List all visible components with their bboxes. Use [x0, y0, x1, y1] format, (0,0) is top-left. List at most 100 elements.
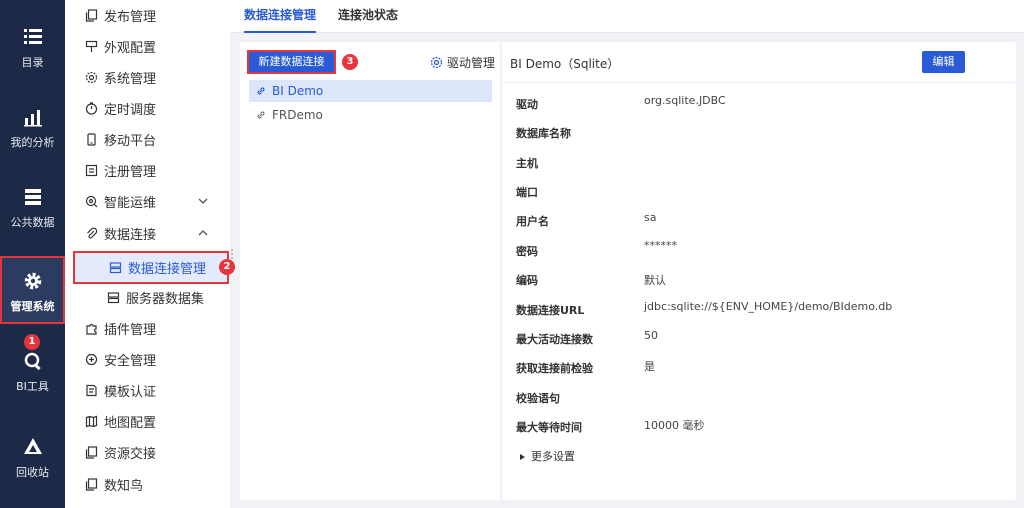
- nav-item-management-system[interactable]: 管理系统: [0, 256, 65, 324]
- nav-label: 公共数据: [10, 216, 55, 229]
- field-driver: 驱动 org.sqlite.JDBC: [516, 94, 996, 114]
- menu-label: 移动平台: [104, 134, 157, 149]
- field-key: 编码: [516, 274, 538, 287]
- field-key: 最大等待时间: [516, 421, 582, 434]
- server-icon: [24, 189, 41, 205]
- field-value: org.sqlite.JDBC: [644, 94, 726, 107]
- menu-label: 数知鸟: [104, 479, 144, 494]
- more-settings-label: 更多设置: [531, 450, 575, 463]
- menu-item-register[interactable]: 注册管理: [65, 155, 230, 186]
- tab-bar: 数据连接管理 连接池状态: [230, 0, 1024, 33]
- puzzle-icon: [86, 323, 97, 335]
- menu-item-shuzhiniao[interactable]: 数知鸟: [65, 469, 230, 500]
- menu-item-server-dataset[interactable]: 服务器数据集: [65, 282, 230, 313]
- phone-icon: [87, 133, 96, 146]
- connection-item-bi-demo[interactable]: BI Demo: [249, 80, 492, 102]
- template-icon: [86, 384, 97, 397]
- field-value: 10000 毫秒: [644, 419, 705, 432]
- menu-item-mobile[interactable]: 移动平台: [65, 124, 230, 155]
- menu-label: 系统管理: [104, 72, 157, 87]
- menu-item-publish[interactable]: 发布管理: [65, 0, 230, 31]
- new-connection-button[interactable]: 新建数据连接: [247, 50, 336, 74]
- more-settings-toggle[interactable]: 更多设置: [520, 448, 575, 464]
- map-icon: [85, 415, 98, 428]
- menu-label: 智能运维: [104, 196, 157, 211]
- menu-item-map-config[interactable]: 地图配置: [65, 406, 230, 437]
- nav-label: 我的分析: [10, 136, 55, 149]
- tab-connection-pool-status[interactable]: 连接池状态: [338, 0, 398, 33]
- chevron-down-icon: [198, 198, 208, 204]
- connection-name: FRDemo: [272, 108, 323, 122]
- menu-item-resource-handover[interactable]: 资源交接: [65, 437, 230, 468]
- connection-item-frdemo[interactable]: FRDemo: [249, 104, 492, 126]
- field-key: 主机: [516, 157, 538, 170]
- cog-icon: [85, 71, 98, 84]
- chart-icon: [23, 110, 42, 127]
- menu-item-smart-ops[interactable]: 智能运维: [65, 186, 230, 217]
- nav-item-my-analysis[interactable]: 我的分析: [0, 94, 65, 162]
- field-key: 用户名: [516, 215, 549, 228]
- field-encoding: 编码 默认: [516, 272, 996, 290]
- field-value: 50: [644, 329, 658, 342]
- menu-label: 数据连接管理: [128, 262, 207, 277]
- driver-manage-button[interactable]: 驱动管理: [430, 54, 495, 71]
- left-nav: 目录 我的分析 公共数据 管理系统 1 BI工具 回收站: [0, 0, 65, 508]
- field-key: 驱动: [516, 98, 538, 111]
- field-connection-url: 数据连接URL jdbc:sqlite://${ENV_HOME}/demo/B…: [516, 300, 996, 320]
- nav-item-catalog[interactable]: 目录: [0, 14, 65, 82]
- menu-label: 资源交接: [104, 447, 157, 462]
- tool-icon: [24, 352, 41, 371]
- copy-icon: [85, 478, 98, 491]
- connection-detail-title: BI Demo（Sqlite）: [510, 57, 620, 71]
- db-icon: [109, 262, 122, 274]
- menu-label: 定时调度: [104, 103, 157, 118]
- nav-item-bi-tool[interactable]: BI工具: [0, 336, 65, 396]
- menu-item-data-connection[interactable]: 数据连接: [65, 218, 230, 249]
- field-value: 是: [644, 360, 655, 373]
- menu-item-data-connection-manage[interactable]: 数据连接管理: [73, 251, 229, 284]
- menu-item-security[interactable]: 安全管理: [65, 344, 230, 375]
- nav-label: 回收站: [16, 466, 49, 479]
- menu-item-template-auth[interactable]: 模板认证: [65, 375, 230, 406]
- field-key: 校验语句: [516, 392, 560, 405]
- field-port: 端口: [516, 184, 996, 202]
- field-value: ******: [644, 239, 677, 252]
- menu-label: 注册管理: [104, 165, 157, 180]
- field-validation-query: 校验语句: [516, 390, 996, 408]
- shield-icon: [85, 353, 98, 366]
- gear-icon: [24, 272, 41, 290]
- field-value: jdbc:sqlite://${ENV_HOME}/demo/BIdemo.db: [644, 300, 893, 313]
- copy-icon: [85, 9, 98, 22]
- field-key: 密码: [516, 245, 538, 258]
- panel-splitter[interactable]: [230, 248, 234, 262]
- brush-icon: [85, 40, 98, 52]
- nav-item-recycle[interactable]: 回收站: [0, 424, 65, 492]
- menu-label: 地图配置: [104, 416, 157, 431]
- menu-item-plugin[interactable]: 插件管理: [65, 313, 230, 344]
- link-icon: [257, 111, 265, 119]
- menu-label: 服务器数据集: [126, 292, 205, 307]
- paperclip-icon: [87, 227, 98, 239]
- step-badge-3: 3: [342, 54, 358, 70]
- menu-label: 模板认证: [104, 385, 157, 400]
- connection-name: BI Demo: [272, 84, 324, 98]
- driver-manage-label: 驱动管理: [447, 56, 496, 70]
- field-username: 用户名 sa: [516, 211, 996, 231]
- menu-label: 插件管理: [104, 323, 157, 338]
- field-value: 默认: [644, 274, 666, 287]
- menu-item-appearance[interactable]: 外观配置: [65, 31, 230, 62]
- edit-button[interactable]: 编辑: [922, 51, 965, 73]
- ops-icon: [85, 195, 98, 208]
- field-key: 最大活动连接数: [516, 333, 593, 346]
- nav-item-public-data[interactable]: 公共数据: [0, 174, 65, 242]
- menu-item-schedule[interactable]: 定时调度: [65, 93, 230, 124]
- field-key: 端口: [516, 186, 538, 199]
- gear-icon: [430, 56, 443, 69]
- nav-label: BI工具: [16, 380, 49, 393]
- field-value: sa: [644, 211, 657, 224]
- menu-item-system[interactable]: 系统管理: [65, 62, 230, 93]
- db-icon: [107, 292, 120, 304]
- tab-data-connection-manage[interactable]: 数据连接管理: [244, 0, 317, 33]
- divider: [502, 82, 1016, 83]
- field-max-active: 最大活动连接数 50: [516, 329, 996, 349]
